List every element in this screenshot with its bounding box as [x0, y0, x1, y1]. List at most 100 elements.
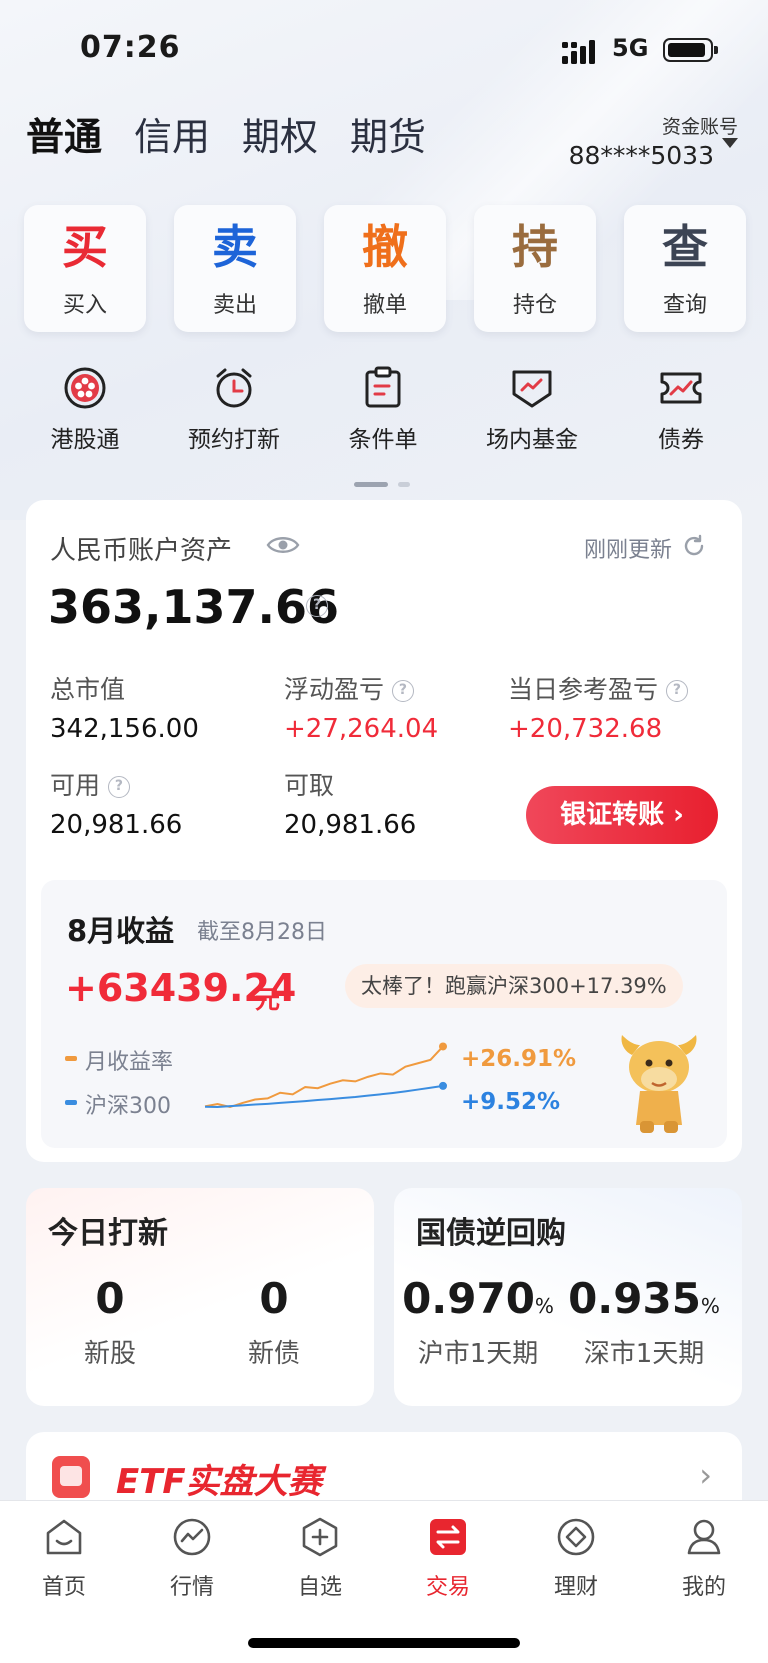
query-glyph: 查: [662, 220, 708, 274]
floating-pl-value: +27,264.04: [284, 714, 439, 744]
withdrawable-label: 可取: [284, 771, 335, 800]
treasury-repo-card[interactable]: 国债逆回购 0.970% 沪市1天期 0.935% 深市1天期: [394, 1188, 742, 1406]
watchlist-icon: [302, 1517, 338, 1557]
sz-repo-rate: 0.935: [568, 1274, 701, 1323]
help-icon[interactable]: ?: [665, 680, 688, 702]
tab-options[interactable]: 期权: [242, 112, 318, 162]
home-icon: [46, 1519, 82, 1555]
nav-profile[interactable]: 我的: [649, 1515, 759, 1601]
help-icon[interactable]: ?: [391, 680, 414, 702]
sz-repo[interactable]: 0.935% 深市1天期: [564, 1274, 724, 1370]
sh-repo[interactable]: 0.970% 沪市1天期: [398, 1274, 558, 1370]
eye-icon[interactable]: [266, 534, 300, 556]
nav-trade[interactable]: 交易: [393, 1515, 503, 1601]
sh-repo-rate: 0.970: [402, 1274, 535, 1323]
feature-ipo-reservation[interactable]: 预约打新: [169, 366, 299, 454]
legend-return-swatch: [65, 1056, 77, 1061]
series-end-point-1: [439, 1081, 447, 1090]
nav-label: 我的: [681, 1575, 726, 1600]
percent-sign: %: [700, 1294, 720, 1318]
query-label: 查询: [662, 293, 707, 318]
home-indicator[interactable]: [248, 1638, 520, 1648]
cancel-glyph: 撤: [362, 220, 408, 274]
help-icon[interactable]: ?: [107, 776, 130, 798]
cancel-label: 撤单: [362, 293, 407, 318]
feature-label: 债券: [658, 427, 704, 453]
series-line-0: [204, 1045, 444, 1109]
nav-label: 自选: [297, 1575, 342, 1600]
percent-sign: %: [534, 1294, 554, 1318]
bank-transfer-button[interactable]: 银证转账 ›: [526, 786, 718, 844]
nav-watchlist[interactable]: 自选: [265, 1515, 375, 1601]
market-value-block: 总市值 342,156.00: [50, 670, 199, 744]
chevron-right-icon: ›: [673, 800, 684, 830]
withdrawable-value: 20,981.66: [284, 810, 417, 840]
alarm-clock-icon: [216, 368, 252, 408]
account-label: 资金账号: [661, 116, 738, 138]
nav-label: 首页: [41, 1575, 86, 1600]
nav-home[interactable]: 首页: [9, 1515, 119, 1601]
positions-label: 持仓: [512, 293, 557, 318]
feature-exchange-fund[interactable]: 场内基金: [467, 366, 597, 454]
nav-label: 行情: [169, 1575, 214, 1600]
sell-glyph: 卖: [212, 220, 258, 274]
outperform-bubble: 太棒了！跑赢沪深300+17.39%: [345, 964, 683, 1008]
bond-ticket-icon: [660, 372, 702, 404]
update-status: 刚刚更新: [583, 538, 672, 563]
positions-button[interactable]: 持 持仓: [474, 205, 596, 332]
buy-label: 买入: [62, 293, 107, 318]
battery-icon: [663, 38, 718, 62]
ipo-title: 今日打新: [48, 1216, 168, 1251]
feature-bonds[interactable]: 债券: [616, 366, 746, 454]
account-selector[interactable]: 资金账号 88****5033: [569, 112, 738, 170]
repo-title: 国债逆回购: [416, 1216, 566, 1251]
new-stocks[interactable]: 0 新股: [30, 1274, 190, 1370]
account-type-tabs: 普通 信用 期权 期货: [26, 112, 426, 162]
nav-wealth[interactable]: 理财: [521, 1515, 631, 1601]
page-indicator: [354, 472, 420, 491]
new-bonds[interactable]: 0 新债: [194, 1274, 354, 1370]
sh-repo-label: 沪市1天期: [417, 1339, 539, 1369]
cancel-order-button[interactable]: 撤 撤单: [324, 205, 446, 332]
account-number: 88****5033: [568, 141, 714, 170]
positions-glyph: 持: [512, 220, 558, 274]
new-bonds-label: 新债: [247, 1339, 300, 1369]
clipboard-icon: [365, 366, 401, 408]
help-icon[interactable]: ?: [306, 595, 328, 617]
today-ipo-card[interactable]: 今日打新 0 新股 0 新债: [26, 1188, 374, 1406]
sz-repo-label: 深市1天期: [583, 1339, 705, 1369]
feature-conditional-order[interactable]: 条件单: [318, 366, 448, 454]
legend-return-label: 月收益率: [85, 1050, 174, 1075]
new-stocks-label: 新股: [83, 1339, 136, 1369]
feature-label: 场内基金: [486, 427, 578, 453]
nav-market[interactable]: 行情: [137, 1515, 247, 1601]
tab-normal[interactable]: 普通: [26, 112, 102, 162]
quick-actions: 买 买入 卖 卖出 撤 撤单 持 持仓 查 查询: [24, 205, 746, 332]
profile-icon: [687, 1519, 721, 1555]
nav-label: 交易: [425, 1575, 470, 1600]
dropdown-arrow-icon: [722, 138, 738, 148]
tab-credit[interactable]: 信用: [134, 112, 210, 162]
query-button[interactable]: 查 查询: [624, 205, 746, 332]
index-value: +9.52%: [461, 1089, 561, 1115]
market-icon: [173, 1518, 211, 1556]
trade-icon: [430, 1519, 466, 1555]
sell-button[interactable]: 卖 卖出: [174, 205, 296, 332]
monthly-earnings-panel[interactable]: 8月收益 截至8月28日 +63439.24 元 太棒了！跑赢沪深300+17.…: [41, 880, 727, 1148]
feature-label: 预约打新: [188, 427, 280, 453]
refresh-icon[interactable]: [682, 534, 706, 558]
monthly-sparkline: [204, 1042, 447, 1109]
hk-flower-icon: [64, 367, 106, 409]
withdrawable-block: 可取 20,981.66: [284, 766, 416, 840]
tab-futures[interactable]: 期货: [350, 112, 426, 162]
asset-title: 人民币账户资产: [50, 536, 233, 566]
market-value: 342,156.00: [50, 714, 199, 744]
signal-icon: [562, 40, 595, 64]
chevron-right-icon: ›: [699, 1456, 712, 1494]
new-bonds-count: 0: [259, 1274, 289, 1323]
wealth-icon: [557, 1518, 595, 1556]
buy-button[interactable]: 买 买入: [24, 205, 146, 332]
monthly-title: 8月收益: [67, 914, 175, 948]
feature-hk-connect[interactable]: 港股通: [20, 366, 150, 454]
nav-label: 理财: [553, 1575, 598, 1600]
